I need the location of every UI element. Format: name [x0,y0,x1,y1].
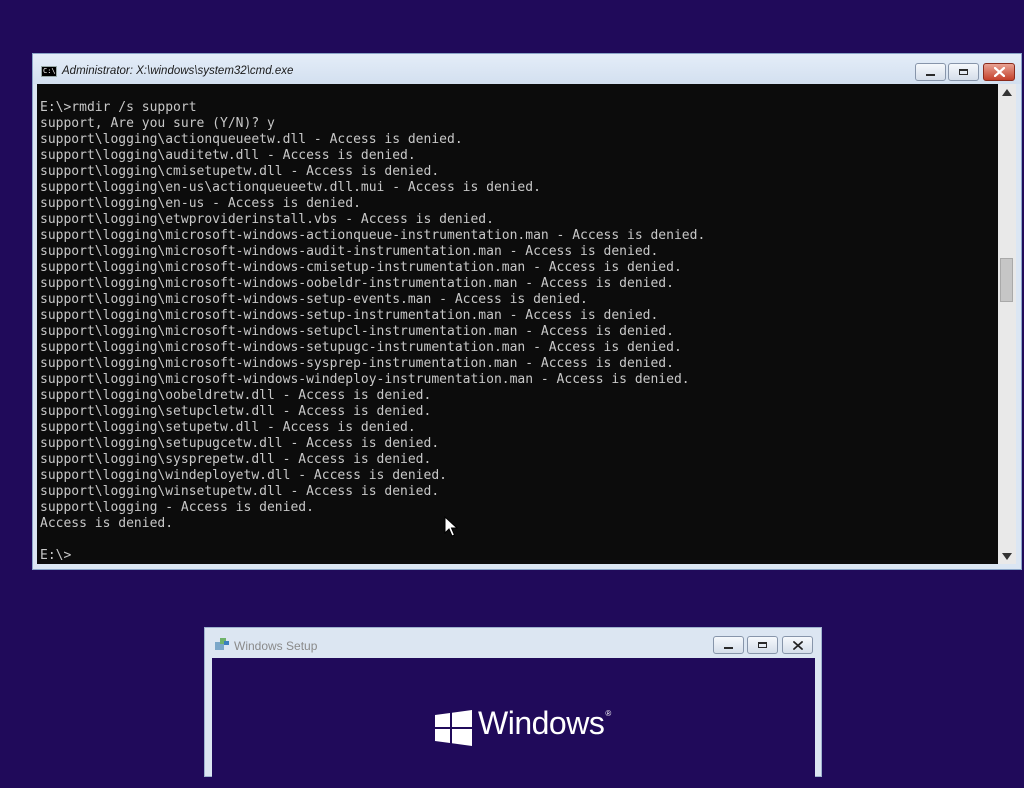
console-line: support\logging\microsoft-windows-action… [40,228,706,243]
console-line: support\logging\windeployetw.dll - Acces… [40,468,447,483]
maximize-icon [758,642,767,648]
console-line: support\logging\microsoft-windows-setupc… [40,324,674,339]
console-line: support\logging\actionqueueetw.dll - Acc… [40,132,463,147]
cmd-titlebar[interactable]: C:\ Administrator: X:\windows\system32\c… [33,54,1021,84]
console-line: Access is denied. [40,516,174,531]
setup-body: Windows® [212,658,815,788]
windows-logo-icon [435,710,472,746]
cmd-window[interactable]: C:\ Administrator: X:\windows\system32\c… [32,53,1022,570]
setup-close-button[interactable] [782,636,813,654]
console-line: support\logging\setupugcetw.dll - Access… [40,436,440,451]
console-line: support\logging - Access is denied. [40,500,314,515]
trademark-symbol: ® [605,709,611,718]
console-line: support\logging\microsoft-windows-syspre… [40,356,674,371]
minimize-icon [724,646,733,649]
arrow-down-icon [1002,552,1012,560]
console-line: support\logging\setupcletw.dll - Access … [40,404,432,419]
console-line: support\logging\microsoft-windows-setup-… [40,308,659,323]
scroll-thumb[interactable] [1000,258,1013,302]
console-line: support\logging\microsoft-windows-windep… [40,372,690,387]
desktop: { "colors": { "desktop_bg": "#200a5a", "… [0,0,1024,788]
cmd-close-button[interactable] [983,63,1015,81]
arrow-up-icon [1002,88,1012,96]
console-line: support, Are you sure (Y/N)? y [40,116,275,131]
cmd-maximize-button[interactable] [948,63,979,81]
windows-wordmark: Windows® [478,705,611,742]
console-line: support\logging\cmisetupetw.dll - Access… [40,164,440,179]
console-line: support\logging\microsoft-windows-oobeld… [40,276,674,291]
console-line: support\logging\en-us - Access is denied… [40,196,361,211]
console-line: support\logging\setupetw.dll - Access is… [40,420,416,435]
close-icon [993,67,1005,77]
windows-setup-window[interactable]: Windows Setup Windows® [204,627,822,788]
console-line: support\logging\microsoft-windows-setupu… [40,340,682,355]
setup-minimize-button[interactable] [713,636,744,654]
console-line: support\logging\microsoft-windows-setup-… [40,292,588,307]
console-line: support\logging\auditetw.dll - Access is… [40,148,416,163]
close-icon [792,640,803,650]
mouse-pointer-icon [444,516,458,537]
cmd-console-output[interactable]: E:\>rmdir /s support support, Are you sur… [37,84,998,564]
console-line: support\logging\winsetupetw.dll - Access… [40,484,440,499]
console-line: support\logging\etwproviderinstall.vbs -… [40,212,494,227]
console-line: E:\> [40,548,72,563]
setup-window-title: Windows Setup [234,639,318,653]
scroll-up-button[interactable] [998,84,1016,100]
console-line: support\logging\sysprepetw.dll - Access … [40,452,432,467]
console-line: support\logging\microsoft-windows-cmiset… [40,260,682,275]
minimize-icon [926,73,935,76]
wordmark-text: Windows [478,705,605,741]
console-line: E:\>rmdir /s support [40,100,197,115]
console-lines: E:\>rmdir /s support support, Are you sur… [40,100,705,564]
console-line: support\logging\en-us\actionqueueetw.dll… [40,180,541,195]
maximize-icon [959,69,968,75]
cmd-minimize-button[interactable] [915,63,946,81]
console-line: support\logging\oobeldretw.dll - Access … [40,388,432,403]
cmd-vertical-scrollbar[interactable] [998,84,1016,564]
setup-app-icon [215,638,229,650]
scroll-down-button[interactable] [998,548,1016,564]
console-line: support\logging\microsoft-windows-audit-… [40,244,659,259]
setup-maximize-button[interactable] [747,636,778,654]
cmd-window-title: Administrator: X:\windows\system32\cmd.e… [62,65,294,77]
cmd-app-icon[interactable]: C:\ [41,66,57,77]
